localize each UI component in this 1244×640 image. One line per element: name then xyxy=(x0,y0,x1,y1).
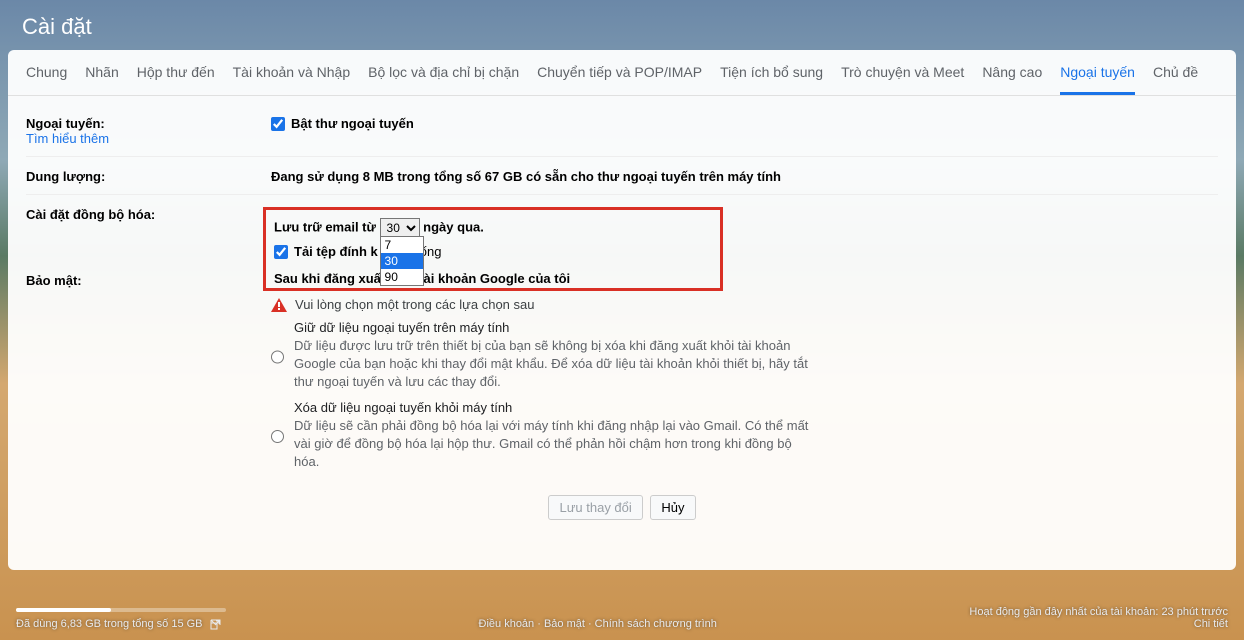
warning-line: Vui lòng chọn một trong các lựa chọn sau xyxy=(271,297,1218,312)
days-dropdown: 7 30 90 xyxy=(380,236,424,286)
tab-chung[interactable]: Chung xyxy=(26,64,67,95)
tab-ch-[interactable]: Chủ đề xyxy=(1153,64,1198,95)
days-option-30[interactable]: 30 xyxy=(381,253,423,269)
security-label: Bảo mật: xyxy=(26,273,271,288)
attachments-checkbox[interactable] xyxy=(274,245,288,259)
page-title: Cài đặt xyxy=(22,14,1222,40)
tab-n-ng-cao[interactable]: Nâng cao xyxy=(982,64,1042,95)
tab-chuy-n-ti-p-v-pop-imap[interactable]: Chuyển tiếp và POP/IMAP xyxy=(537,64,702,95)
tab-h-p-th-n[interactable]: Hộp thư đến xyxy=(137,64,215,95)
storage-row: Dung lượng: Đang sử dụng 8 MB trong tổng… xyxy=(26,156,1218,190)
learn-more-link[interactable]: Tìm hiểu thêm xyxy=(26,131,109,146)
activity-details-link[interactable]: Chi tiết xyxy=(1194,618,1228,630)
tab-t-i-kho-n-v-nh-p[interactable]: Tài khoản và Nhập xyxy=(233,64,351,95)
warning-icon xyxy=(271,298,287,312)
tab-tr-chuy-n-v-meet[interactable]: Trò chuyện và Meet xyxy=(841,64,964,95)
settings-header: Cài đặt xyxy=(0,0,1244,50)
days-select[interactable]: 30 xyxy=(380,218,420,238)
save-button[interactable]: Lưu thay đổi xyxy=(548,495,642,520)
storage-text: Đang sử dụng 8 MB trong tổng số 67 GB có… xyxy=(271,169,1218,184)
settings-body: Ngoại tuyến: Tìm hiểu thêm Bật thư ngoại… xyxy=(8,96,1236,544)
days-option-7[interactable]: 7 xyxy=(381,237,423,253)
storage-bar xyxy=(16,608,226,612)
keep-data-radio[interactable] xyxy=(271,322,284,392)
highlight-box: Lưu trữ email từ 30 7 30 90 ngày qua. xyxy=(263,207,723,291)
footer-storage: Đã dùng 6,83 GB trong tổng số 15 GB xyxy=(16,608,226,630)
cancel-button[interactable]: Hủy xyxy=(650,495,695,520)
tab-ngo-i-tuy-n[interactable]: Ngoại tuyến xyxy=(1060,64,1135,95)
button-row: Lưu thay đổi Hủy xyxy=(26,485,1218,530)
enable-offline-checkbox-label[interactable]: Bật thư ngoại tuyến xyxy=(271,116,1218,131)
remove-data-radio[interactable] xyxy=(271,402,284,472)
tab-nh-n[interactable]: Nhãn xyxy=(85,64,118,95)
footer-activity: Hoạt động gần đây nhất của tài khoản: 23… xyxy=(969,606,1228,630)
security-row: Bảo mật: Vui lòng chọn một trong các lựa… xyxy=(26,297,1218,485)
offline-label: Ngoại tuyến: Tìm hiểu thêm xyxy=(26,116,271,146)
tab-b-l-c-v-a-ch-b-ch-n[interactable]: Bộ lọc và địa chỉ bị chặn xyxy=(368,64,519,95)
keep-data-option[interactable]: Giữ dữ liệu ngoại tuyến trên máy tính Dữ… xyxy=(271,320,811,392)
tabs-bar: Chung Nhãn Hộp thư đến Tài khoản và Nhập Bộ … xyxy=(8,50,1236,96)
external-link-icon[interactable] xyxy=(210,619,221,630)
attachments-checkbox-label[interactable]: Tải tệp đính k ống xyxy=(274,244,712,259)
tab-ti-n-ch-b-sung[interactable]: Tiện ích bổ sung xyxy=(720,64,823,95)
days-option-90[interactable]: 90 xyxy=(381,269,423,285)
footer: Đã dùng 6,83 GB trong tổng số 15 GB Điều… xyxy=(0,600,1244,640)
footer-links[interactable]: Điều khoản · Bảo mật · Chính sách chương… xyxy=(479,618,717,630)
offline-row: Ngoại tuyến: Tìm hiểu thêm Bật thư ngoại… xyxy=(26,110,1218,152)
sync-label: Cài đặt đồng bộ hóa: xyxy=(26,207,271,222)
security-heading: Sau khi đăng xuất khỏi tài khoản Google … xyxy=(274,271,712,286)
storage-label: Dung lượng: xyxy=(26,169,271,184)
enable-offline-checkbox[interactable] xyxy=(271,117,285,131)
remove-data-option[interactable]: Xóa dữ liệu ngoại tuyến khỏi máy tính Dữ… xyxy=(271,400,811,472)
settings-panel: Chung Nhãn Hộp thư đến Tài khoản và Nhập Bộ … xyxy=(8,50,1236,570)
